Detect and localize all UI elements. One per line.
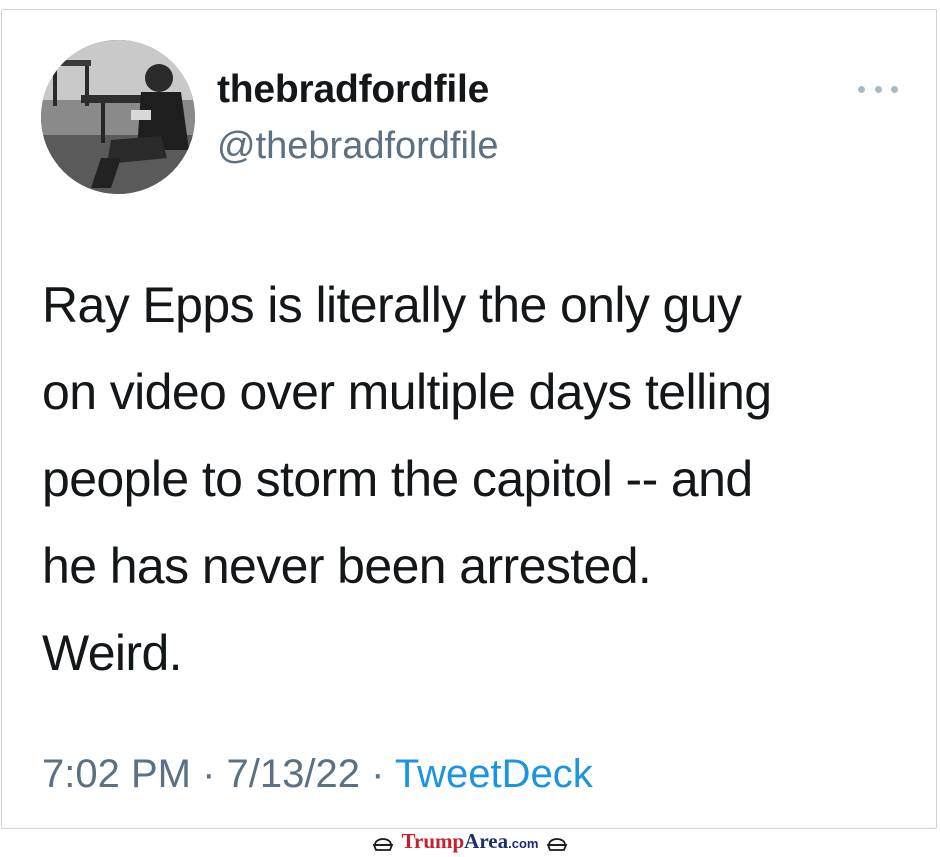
- tweet-time[interactable]: 7:02 PM: [42, 752, 191, 796]
- more-horizontal-icon-dot: [891, 85, 898, 93]
- watermark-brand-part2: Area: [464, 829, 509, 853]
- hat-icon: [547, 837, 568, 851]
- more-horizontal-icon-dot: [874, 85, 882, 93]
- more-options-button[interactable]: [858, 78, 898, 100]
- tweet-source-link[interactable]: TweetDeck: [395, 752, 593, 796]
- meta-separator: ·: [202, 752, 216, 796]
- tweet-date[interactable]: 7/13/22: [227, 752, 360, 796]
- meta-separator: ·: [371, 752, 385, 796]
- hat-icon: [372, 837, 393, 851]
- tweet-text: Ray Epps is literally the only guy on vi…: [42, 277, 772, 681]
- user-handle[interactable]: @thebradfordfile: [217, 125, 499, 168]
- avatar[interactable]: [41, 40, 195, 194]
- watermark-brand-part1: Trump: [401, 829, 465, 853]
- avatar-photo: [41, 40, 195, 194]
- display-name[interactable]: thebradfordfile: [217, 68, 489, 112]
- more-horizontal-icon: [858, 85, 865, 93]
- tweet-meta: 7:02 PM · 7/13/22 · TweetDeck: [42, 752, 593, 797]
- watermark-brand-part3: .com: [508, 836, 539, 851]
- watermark-brand: TrumpArea.com: [402, 829, 539, 854]
- watermark: TrumpArea.com: [0, 826, 940, 857]
